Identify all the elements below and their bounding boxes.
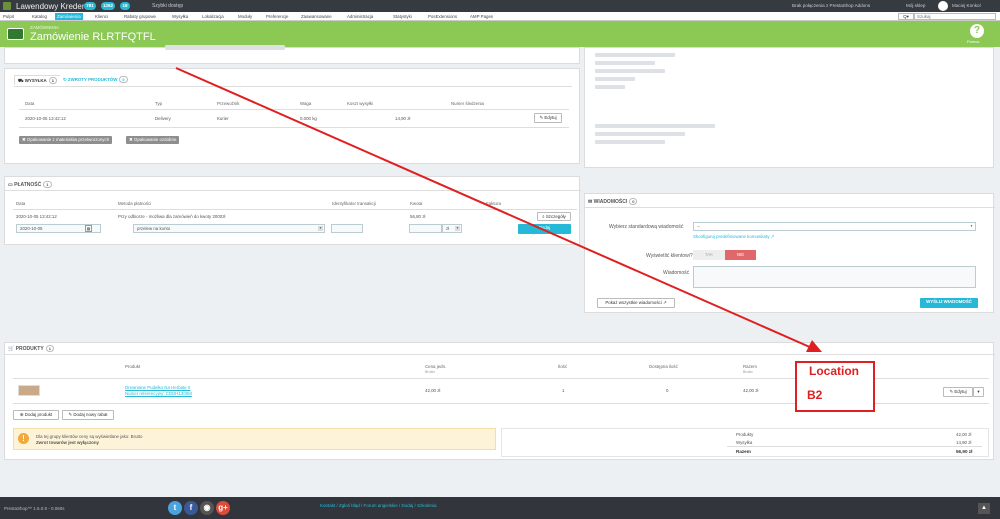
location-annotation-box: Location B2 [795, 361, 875, 412]
location-value: B2 [807, 388, 823, 402]
annotation-overlay [175, 67, 822, 352]
annotation-arrow [175, 67, 813, 349]
location-title: Location [809, 364, 859, 378]
